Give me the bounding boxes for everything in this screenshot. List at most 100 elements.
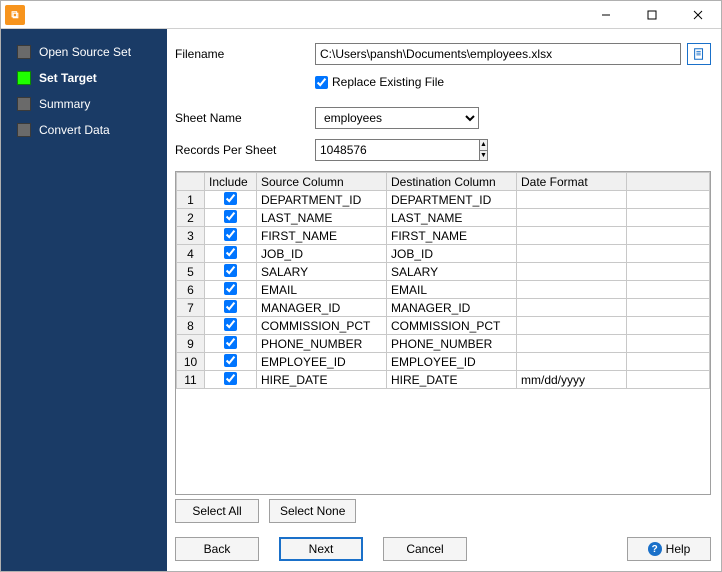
row-number: 2 <box>177 209 205 227</box>
dest-column-cell[interactable]: COMMISSION_PCT <box>387 317 517 335</box>
source-column-cell[interactable]: JOB_ID <box>257 245 387 263</box>
include-checkbox[interactable] <box>224 228 237 241</box>
table-row[interactable]: 8COMMISSION_PCTCOMMISSION_PCT <box>177 317 710 335</box>
filler-cell <box>627 191 710 209</box>
sheet-name-select[interactable]: employees <box>315 107 479 129</box>
filler-cell <box>627 317 710 335</box>
dest-column-cell[interactable]: DEPARTMENT_ID <box>387 191 517 209</box>
select-all-button[interactable]: Select All <box>175 499 259 523</box>
table-row[interactable]: 6EMAILEMAIL <box>177 281 710 299</box>
dest-column-cell[interactable]: PHONE_NUMBER <box>387 335 517 353</box>
maximize-button[interactable] <box>629 1 675 28</box>
minimize-button[interactable] <box>583 1 629 28</box>
include-cell[interactable] <box>205 317 257 335</box>
include-cell[interactable] <box>205 191 257 209</box>
table-row[interactable]: 1DEPARTMENT_IDDEPARTMENT_ID <box>177 191 710 209</box>
table-row[interactable]: 3FIRST_NAMEFIRST_NAME <box>177 227 710 245</box>
include-cell[interactable] <box>205 227 257 245</box>
include-checkbox[interactable] <box>224 210 237 223</box>
replace-existing-checkbox[interactable]: Replace Existing File <box>315 75 444 89</box>
source-column-cell[interactable]: COMMISSION_PCT <box>257 317 387 335</box>
source-column-cell[interactable]: SALARY <box>257 263 387 281</box>
column-mapping-grid[interactable]: Include Source Column Destination Column… <box>175 171 711 495</box>
table-row[interactable]: 4JOB_IDJOB_ID <box>177 245 710 263</box>
cancel-button[interactable]: Cancel <box>383 537 467 561</box>
table-row[interactable]: 9PHONE_NUMBERPHONE_NUMBER <box>177 335 710 353</box>
include-cell[interactable] <box>205 281 257 299</box>
date-format-cell[interactable] <box>517 227 627 245</box>
date-format-cell[interactable] <box>517 245 627 263</box>
source-column-cell[interactable]: EMPLOYEE_ID <box>257 353 387 371</box>
table-row[interactable]: 11HIRE_DATEHIRE_DATEmm/dd/yyyy <box>177 371 710 389</box>
help-button[interactable]: ? Help <box>627 537 711 561</box>
step-open-source-set[interactable]: Open Source Set <box>1 39 167 65</box>
date-format-cell[interactable] <box>517 263 627 281</box>
filler-cell <box>627 209 710 227</box>
step-convert-data[interactable]: Convert Data <box>1 117 167 143</box>
dest-column-cell[interactable]: SALARY <box>387 263 517 281</box>
table-row[interactable]: 10EMPLOYEE_IDEMPLOYEE_ID <box>177 353 710 371</box>
source-column-cell[interactable]: MANAGER_ID <box>257 299 387 317</box>
replace-existing-input[interactable] <box>315 76 328 89</box>
dest-column-cell[interactable]: JOB_ID <box>387 245 517 263</box>
include-checkbox[interactable] <box>224 192 237 205</box>
select-none-button[interactable]: Select None <box>269 499 356 523</box>
spinner-up-button[interactable]: ▲ <box>480 140 487 151</box>
dest-column-cell[interactable]: MANAGER_ID <box>387 299 517 317</box>
browse-file-button[interactable] <box>687 43 711 65</box>
grid-header-include[interactable]: Include <box>205 173 257 191</box>
date-format-cell[interactable] <box>517 299 627 317</box>
table-row[interactable]: 7MANAGER_IDMANAGER_ID <box>177 299 710 317</box>
grid-header-date[interactable]: Date Format <box>517 173 627 191</box>
source-column-cell[interactable]: DEPARTMENT_ID <box>257 191 387 209</box>
include-cell[interactable] <box>205 263 257 281</box>
source-column-cell[interactable]: EMAIL <box>257 281 387 299</box>
row-number: 5 <box>177 263 205 281</box>
records-per-sheet-input[interactable] <box>315 139 479 161</box>
include-cell[interactable] <box>205 245 257 263</box>
date-format-cell[interactable] <box>517 281 627 299</box>
step-indicator-icon <box>17 123 31 137</box>
date-format-cell[interactable] <box>517 209 627 227</box>
include-cell[interactable] <box>205 335 257 353</box>
records-per-sheet-spinner[interactable]: ▲ ▼ <box>315 139 443 161</box>
date-format-cell[interactable] <box>517 335 627 353</box>
include-checkbox[interactable] <box>224 246 237 259</box>
include-checkbox[interactable] <box>224 264 237 277</box>
grid-header-dest[interactable]: Destination Column <box>387 173 517 191</box>
dest-column-cell[interactable]: HIRE_DATE <box>387 371 517 389</box>
dest-column-cell[interactable]: EMAIL <box>387 281 517 299</box>
dest-column-cell[interactable]: EMPLOYEE_ID <box>387 353 517 371</box>
date-format-cell[interactable] <box>517 317 627 335</box>
step-set-target[interactable]: Set Target <box>1 65 167 91</box>
include-checkbox[interactable] <box>224 318 237 331</box>
source-column-cell[interactable]: FIRST_NAME <box>257 227 387 245</box>
source-column-cell[interactable]: PHONE_NUMBER <box>257 335 387 353</box>
table-row[interactable]: 5 SALARYSALARY <box>177 263 710 281</box>
date-format-cell[interactable] <box>517 353 627 371</box>
back-button[interactable]: Back <box>175 537 259 561</box>
step-label: Set Target <box>39 71 97 85</box>
source-column-cell[interactable]: HIRE_DATE <box>257 371 387 389</box>
next-button[interactable]: Next <box>279 537 363 561</box>
include-cell[interactable] <box>205 371 257 389</box>
spinner-down-button[interactable]: ▼ <box>480 151 487 161</box>
dest-column-cell[interactable]: FIRST_NAME <box>387 227 517 245</box>
include-cell[interactable] <box>205 353 257 371</box>
include-checkbox[interactable] <box>224 336 237 349</box>
date-format-cell[interactable]: mm/dd/yyyy <box>517 371 627 389</box>
include-checkbox[interactable] <box>224 354 237 367</box>
include-cell[interactable] <box>205 299 257 317</box>
filename-input[interactable] <box>315 43 681 65</box>
dest-column-cell[interactable]: LAST_NAME <box>387 209 517 227</box>
grid-header-source[interactable]: Source Column <box>257 173 387 191</box>
date-format-cell[interactable] <box>517 191 627 209</box>
include-checkbox[interactable] <box>224 372 237 385</box>
step-summary[interactable]: Summary <box>1 91 167 117</box>
table-row[interactable]: 2 LAST_NAMELAST_NAME <box>177 209 710 227</box>
close-button[interactable] <box>675 1 721 28</box>
include-cell[interactable] <box>205 209 257 227</box>
include-checkbox[interactable] <box>224 300 237 313</box>
include-checkbox[interactable] <box>224 282 237 295</box>
source-column-cell[interactable]: LAST_NAME <box>257 209 387 227</box>
